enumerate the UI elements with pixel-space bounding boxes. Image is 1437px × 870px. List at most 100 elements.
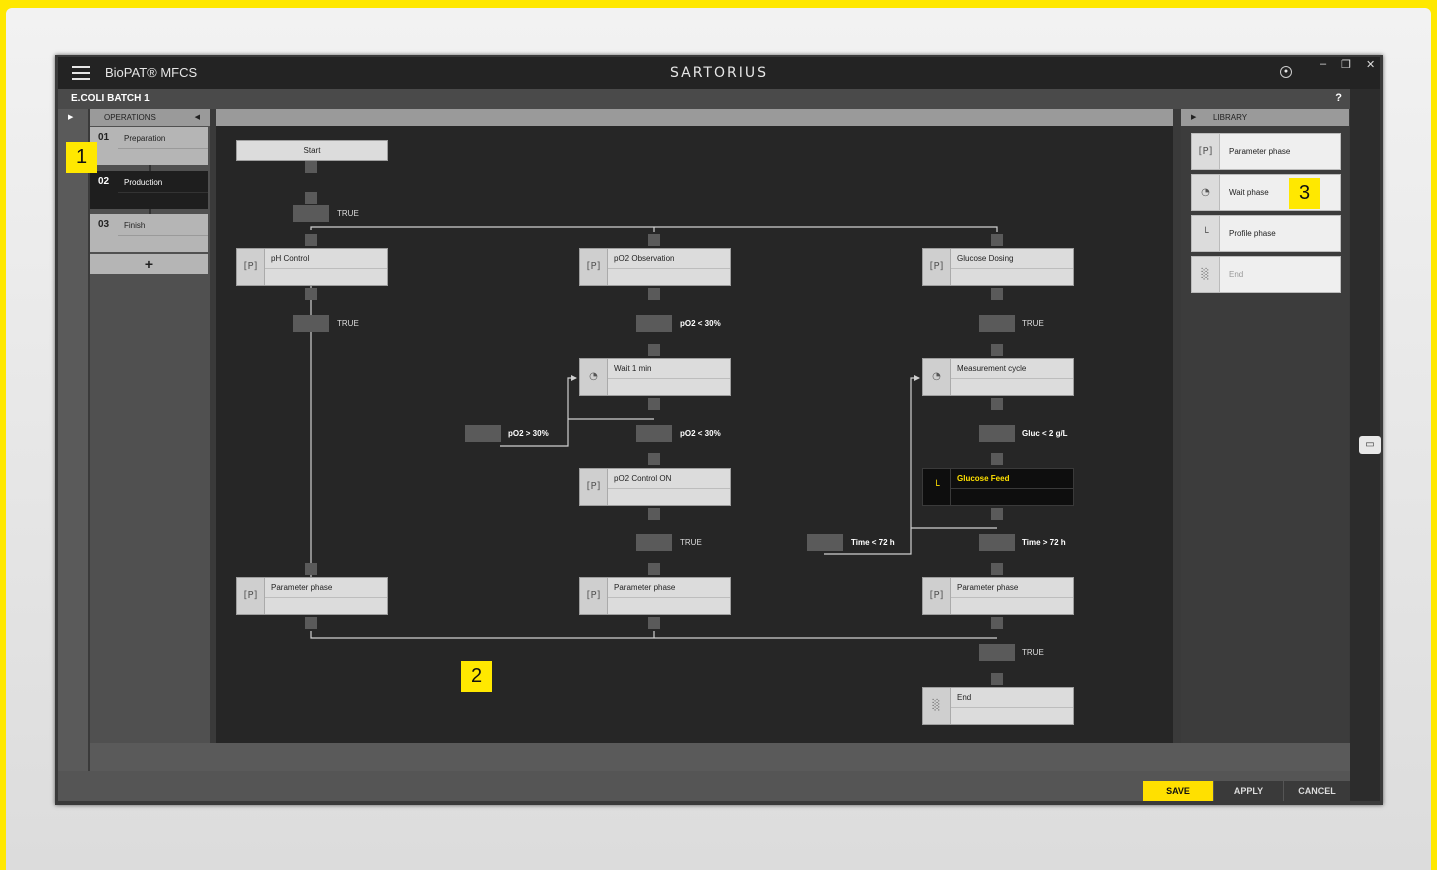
transition-end-true[interactable] xyxy=(979,644,1015,661)
canvas-footer xyxy=(90,743,1350,771)
flow-canvas[interactable]: Start TRUE [P] pH Control TRUE [P] Param… xyxy=(216,126,1173,743)
library-item-parameter-phase[interactable]: [P] Parameter phase xyxy=(1191,133,1341,170)
transition-gluc-true[interactable] xyxy=(979,315,1015,332)
finish-flag-icon: ░ xyxy=(1192,257,1220,292)
operation-number: 01 xyxy=(98,132,110,143)
node-label: Glucose Dosing xyxy=(957,254,1014,263)
parameter-icon: [P] xyxy=(237,578,265,614)
clock-icon: ◔ xyxy=(1192,175,1220,210)
title-bar: BioPAT® MFCS SARTORIUS ● – ❐ ✕ xyxy=(58,57,1380,89)
transition-gluc-low[interactable] xyxy=(979,425,1015,442)
node-label: Start xyxy=(303,146,321,155)
node-glucose-dosing[interactable]: [P] Glucose Dosing xyxy=(922,248,1074,286)
apply-button[interactable]: APPLY xyxy=(1213,781,1283,801)
help-button[interactable]: ? xyxy=(1335,92,1342,104)
library-item-end[interactable]: ░ End xyxy=(1191,256,1341,293)
node-label: Glucose Feed xyxy=(957,474,1010,483)
parameter-user-icon: [P] xyxy=(580,578,608,614)
minimize-button[interactable]: – xyxy=(1320,58,1326,70)
node-po2-control-on[interactable]: [P] pO2 Control ON xyxy=(579,468,731,506)
transition-label: Gluc < 2 g/L xyxy=(1022,429,1068,438)
transition-label: TRUE xyxy=(337,319,359,328)
collapse-arrow-icon[interactable]: ◀ xyxy=(195,113,200,121)
process-header: E.COLI BATCH 1 ? xyxy=(58,89,1350,109)
canvas-header xyxy=(216,109,1173,126)
node-label: Wait 1 min xyxy=(614,364,652,373)
restore-button[interactable]: ❐ xyxy=(1341,58,1351,71)
transition-po2-true[interactable] xyxy=(636,534,672,551)
callout-3: 3 xyxy=(1289,178,1320,209)
transition-label: Time < 72 h xyxy=(851,538,895,547)
transition-label: TRUE xyxy=(1022,319,1044,328)
operation-label: Production xyxy=(124,178,163,187)
cancel-button[interactable]: CANCEL xyxy=(1283,781,1350,801)
operation-item-preparation[interactable]: 01 Preparation xyxy=(90,127,208,165)
parameter-icon: [P] xyxy=(580,469,608,505)
connection-icon[interactable]: ● xyxy=(1280,66,1292,78)
node-ph-control[interactable]: [P] pH Control xyxy=(236,248,388,286)
transition-time-lt[interactable] xyxy=(807,534,843,551)
node-label: pO2 Control ON xyxy=(614,474,672,483)
transition-po2-high[interactable] xyxy=(465,425,501,442)
callout-1: 1 xyxy=(66,142,97,173)
node-end[interactable]: ░ End xyxy=(922,687,1074,725)
parameter-icon: [P] xyxy=(923,249,951,285)
start-node[interactable]: Start xyxy=(236,140,388,161)
node-parameter-mid[interactable]: [P] Parameter phase xyxy=(579,577,731,615)
transition-ph[interactable] xyxy=(293,315,329,332)
transition-label: pO2 < 30% xyxy=(680,429,721,438)
operation-item-finish[interactable]: 03 Finish xyxy=(90,214,208,252)
operations-header: OPERATIONS ◀ xyxy=(90,109,210,126)
operations-title: OPERATIONS xyxy=(104,113,156,122)
library-panel: ▶ LIBRARY [P] Parameter phase ◔ Wait pha… xyxy=(1181,109,1349,743)
parameter-icon: [P] xyxy=(923,578,951,614)
process-name: E.COLI BATCH 1 xyxy=(71,93,150,104)
transition-start[interactable] xyxy=(293,205,329,222)
operation-item-production[interactable]: 02 Production xyxy=(90,171,208,209)
save-button[interactable]: SAVE xyxy=(1143,781,1213,801)
close-button[interactable]: ✕ xyxy=(1366,58,1375,71)
library-item-profile-phase[interactable]: └ Profile phase xyxy=(1191,215,1341,252)
operations-collapse-strip[interactable]: ▶ xyxy=(58,109,88,771)
side-panel-icon[interactable]: ▭ xyxy=(1359,436,1381,454)
node-label: pH Control xyxy=(271,254,310,263)
transition-label: pO2 > 30% xyxy=(508,429,549,438)
operation-number: 02 xyxy=(98,176,110,187)
clock-icon: ◔ xyxy=(923,359,951,395)
node-wait-1-min[interactable]: ◔ Wait 1 min xyxy=(579,358,731,396)
brand-logo: SARTORIUS xyxy=(670,65,768,81)
library-item-label: End xyxy=(1229,270,1244,279)
transition-label: TRUE xyxy=(1022,648,1044,657)
library-item-label: Wait phase xyxy=(1229,188,1269,197)
node-po2-observation[interactable]: [P] pO2 Observation xyxy=(579,248,731,286)
clock-icon: ◔ xyxy=(580,359,608,395)
operation-label: Preparation xyxy=(124,134,166,143)
transition-po2-low-1[interactable] xyxy=(636,315,672,332)
library-item-label: Parameter phase xyxy=(1229,147,1291,156)
node-label: Parameter phase xyxy=(614,583,676,592)
transition-label: pO2 < 30% xyxy=(680,319,721,328)
node-measurement-cycle[interactable]: ◔ Measurement cycle xyxy=(922,358,1074,396)
expand-arrow-icon[interactable]: ▶ xyxy=(1191,113,1196,121)
transition-label: TRUE xyxy=(680,538,702,547)
operations-panel: OPERATIONS ◀ 01 Preparation 02 Productio… xyxy=(90,109,210,771)
library-title: LIBRARY xyxy=(1213,113,1248,122)
transition-time-gt[interactable] xyxy=(979,534,1015,551)
profile-icon: └ xyxy=(1192,216,1220,251)
node-label: Parameter phase xyxy=(957,583,1019,592)
node-parameter-left[interactable]: [P] Parameter phase xyxy=(236,577,388,615)
operation-label: Finish xyxy=(124,221,146,230)
node-label: Measurement cycle xyxy=(957,364,1027,373)
node-glucose-feed[interactable]: └ Glucose Feed xyxy=(922,468,1074,506)
node-parameter-right[interactable]: [P] Parameter phase xyxy=(922,577,1074,615)
operation-number: 03 xyxy=(98,219,110,230)
transition-label: Time > 72 h xyxy=(1022,538,1066,547)
transition-label: TRUE xyxy=(337,209,359,218)
library-item-label: Profile phase xyxy=(1229,229,1276,238)
transition-po2-low-2[interactable] xyxy=(636,425,672,442)
library-header: ▶ LIBRARY xyxy=(1181,109,1349,126)
parameter-icon: [P] xyxy=(237,249,265,285)
add-operation-button[interactable]: + xyxy=(90,254,208,274)
expand-arrow-icon[interactable]: ▶ xyxy=(68,113,73,121)
parameter-icon: [P] xyxy=(580,249,608,285)
